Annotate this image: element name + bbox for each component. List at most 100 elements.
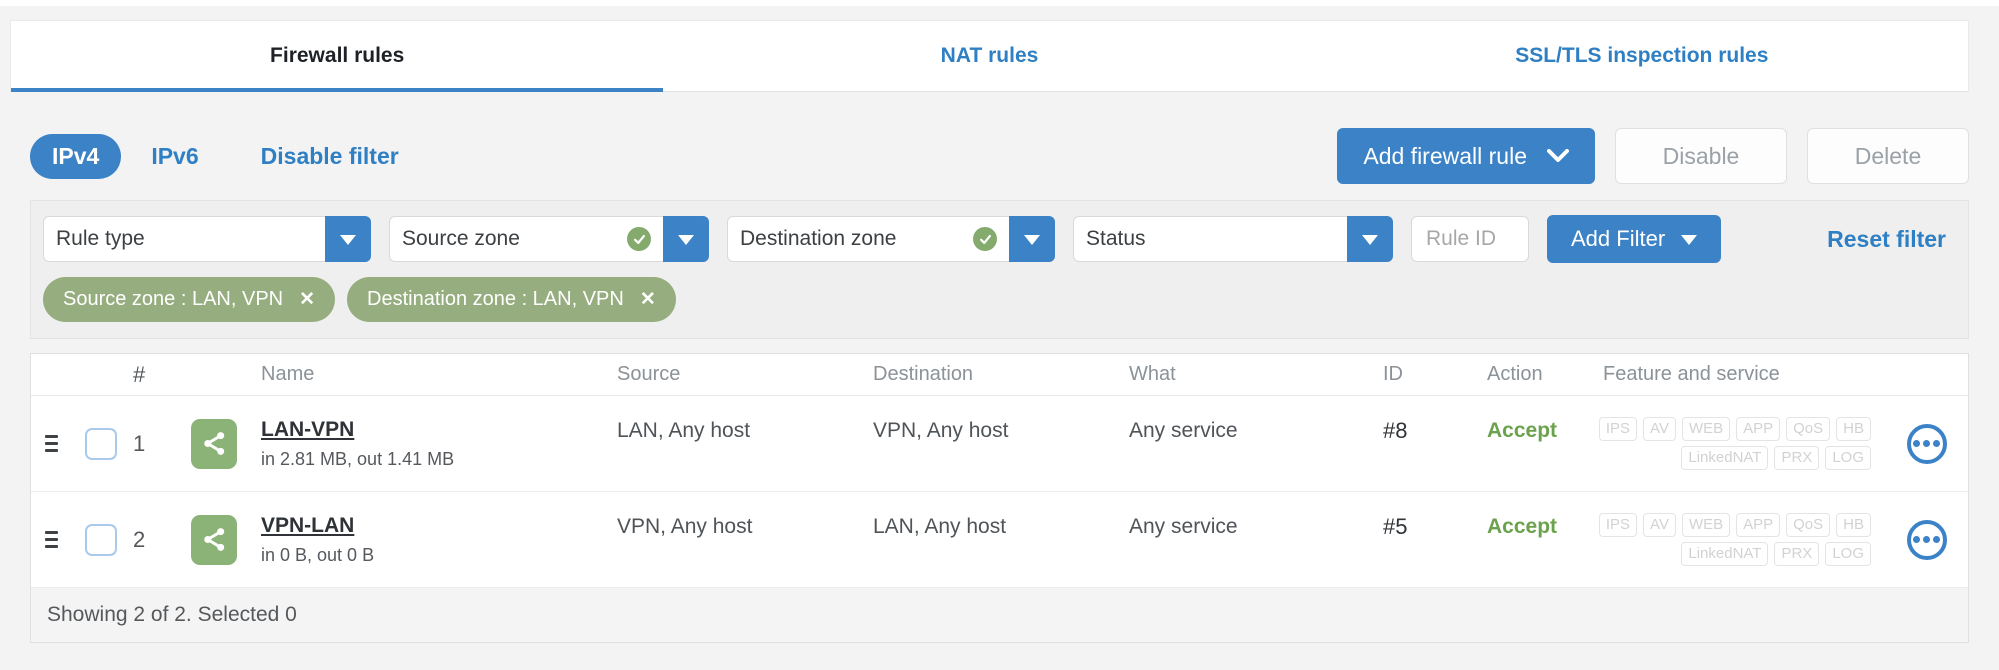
filter-panel: Rule type Source zone Destination zone S… [30,200,1969,339]
rule-action: Accept [1487,514,1558,538]
share-icon [191,418,237,469]
badge-ips: IPS [1598,417,1638,441]
source-zone-dropdown[interactable]: Source zone [389,216,709,262]
rule-destination: LAN, Any host [873,514,1007,538]
feature-badges: IPS AV WEB APP QoS HB LinkedNAT PRX LOG [1598,417,1885,470]
badge-web: WEB [1681,513,1731,537]
add-filter-button[interactable]: Add Filter [1547,215,1722,263]
add-firewall-rule-button[interactable]: Add firewall rule [1337,128,1595,184]
status-field[interactable]: Status [1073,216,1347,262]
header-action: Action [1487,363,1543,385]
rule-id-input[interactable] [1411,216,1529,262]
toolbar: IPv4 IPv6 Disable filter Add firewall ru… [30,126,1969,186]
badge-prx: PRX [1774,542,1820,566]
row-number: 2 [133,526,146,552]
chevron-down-icon [1681,234,1698,253]
add-filter-label: Add Filter [1571,226,1666,251]
rule-source: VPN, Any host [617,514,753,538]
badge-web: WEB [1681,417,1731,441]
header-source: Source [617,363,681,385]
chevron-down-icon [1547,149,1569,162]
add-firewall-rule-label: Add firewall rule [1363,142,1527,169]
rule-destination: VPN, Any host [873,418,1009,442]
more-actions-icon[interactable] [1906,519,1947,560]
tab-ssl-tls-inspection-rules[interactable]: SSL/TLS inspection rules [1316,21,1968,91]
badge-hb: HB [1836,513,1871,537]
filter-controls: Rule type Source zone Destination zone S… [31,201,1968,275]
rule-traffic: in 2.81 MB, out 1.41 MB [261,448,455,469]
tab-ssl-tls-inspection-rules-label: SSL/TLS inspection rules [1515,44,1769,67]
share-icon [191,514,237,565]
row-checkbox[interactable] [85,523,117,556]
rule-what: Any service [1129,418,1238,442]
filter-chip-label: Source zone : LAN, VPN [63,288,284,310]
rule-name-link[interactable]: LAN-VPN [261,418,354,442]
disable-button[interactable]: Disable [1615,128,1787,184]
header-id: ID [1383,363,1403,385]
filter-chip-label: Destination zone : LAN, VPN [367,288,624,310]
tab-bar: Firewall rules NAT rules SSL/TLS inspect… [10,20,1969,92]
showing-count-text: Showing 2 of 2. Selected 0 [47,603,297,626]
tab-nat-rules-label: NAT rules [940,44,1039,67]
header-feature-and-service: Feature and service [1603,363,1780,385]
rule-type-label: Rule type [56,227,145,250]
more-actions-icon[interactable] [1906,423,1947,464]
badge-linkednat: LinkedNAT [1681,542,1769,566]
tab-firewall-rules[interactable]: Firewall rules [11,21,664,92]
remove-chip-icon[interactable]: ✕ [299,290,315,309]
drag-handle-icon[interactable] [44,435,58,452]
rule-traffic: in 0 B, out 0 B [261,544,375,565]
top-strip [0,0,1999,6]
source-zone-field[interactable]: Source zone [389,216,663,262]
table-row: 1 LAN-VPN in 2.81 MB, out 1.41 MB LAN, A… [31,396,1968,492]
badge-log: LOG [1825,446,1871,470]
destination-zone-field[interactable]: Destination zone [727,216,1009,262]
table-header: # Name Source Destination What ID Action… [31,354,1968,396]
filter-chip-destination-zone: Destination zone : LAN, VPN ✕ [347,277,676,322]
rule-id: #8 [1383,417,1408,443]
rule-id: #5 [1383,513,1408,539]
filter-chip-source-zone: Source zone : LAN, VPN ✕ [43,277,336,322]
reset-filter-link[interactable]: Reset filter [1827,226,1952,253]
rule-type-dropdown[interactable]: Rule type [43,216,371,262]
badge-av: AV [1643,513,1676,537]
ipv6-toggle[interactable]: IPv6 [151,143,198,170]
delete-button[interactable]: Delete [1807,128,1969,184]
tab-nat-rules[interactable]: NAT rules [663,21,1315,91]
rule-source: LAN, Any host [617,418,751,442]
check-icon [973,227,997,251]
status-dropdown[interactable]: Status [1073,216,1393,262]
chevron-down-icon [1024,234,1040,253]
remove-chip-icon[interactable]: ✕ [640,290,656,309]
check-icon [627,227,651,251]
chevron-down-icon [678,234,694,253]
header-name: Name [261,363,315,385]
badge-av: AV [1643,417,1676,441]
destination-zone-dropdown-button[interactable] [1009,216,1055,262]
status-dropdown-button[interactable] [1347,216,1393,262]
row-checkbox[interactable] [85,427,117,460]
badge-app: APP [1736,513,1781,537]
rule-what: Any service [1129,514,1238,538]
destination-zone-label: Destination zone [740,227,897,250]
badge-linkednat: LinkedNAT [1681,446,1769,470]
feature-badges: IPS AV WEB APP QoS HB LinkedNAT PRX LOG [1598,513,1885,566]
rule-name-link[interactable]: VPN-LAN [261,514,354,538]
rule-action: Accept [1487,418,1558,442]
table-row: 2 VPN-LAN in 0 B, out 0 B VPN, Any host … [31,492,1968,588]
ipv4-toggle[interactable]: IPv4 [30,133,122,179]
rule-type-dropdown-button[interactable] [325,216,371,262]
disable-filter-link[interactable]: Disable filter [261,143,399,170]
chevron-down-icon [1362,234,1378,253]
badge-qos: QoS [1786,417,1831,441]
badge-prx: PRX [1774,446,1820,470]
rule-type-field[interactable]: Rule type [43,216,325,262]
header-destination: Destination [873,363,974,385]
source-zone-dropdown-button[interactable] [663,216,709,262]
badge-qos: QoS [1786,513,1831,537]
row-number: 1 [133,430,146,456]
header-number: # [133,361,146,387]
toolbar-actions: Add firewall rule Disable Delete [1337,128,1969,184]
drag-handle-icon[interactable] [44,531,58,548]
destination-zone-dropdown[interactable]: Destination zone [727,216,1055,262]
